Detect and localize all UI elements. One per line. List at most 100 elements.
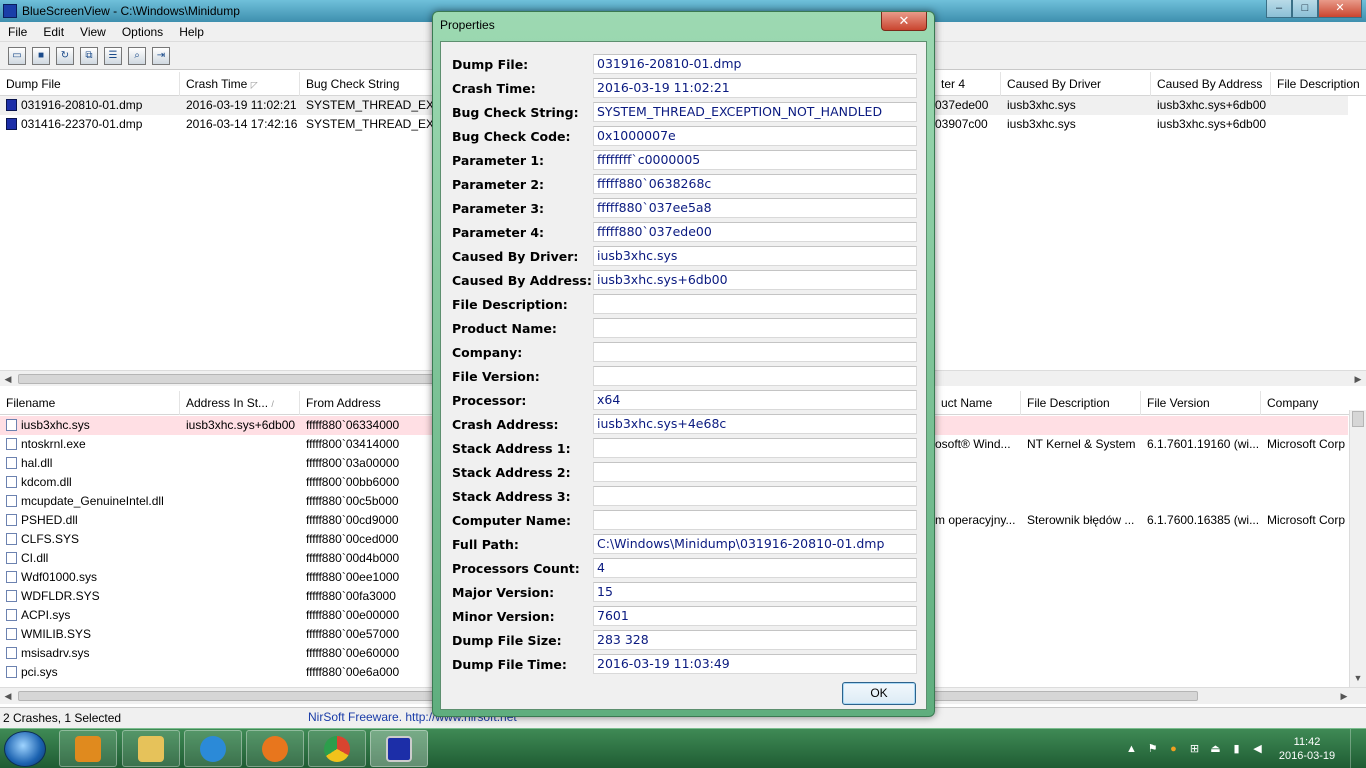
from-address-cell: fffff880`00ced000 [306, 532, 399, 546]
property-value-field[interactable] [593, 486, 917, 506]
scroll-left-icon[interactable]: ◀ [0, 688, 16, 704]
scroll-right-icon[interactable]: ▶ [1336, 688, 1352, 704]
col-address-in-stack[interactable]: Address In St... / [180, 391, 300, 415]
col-from-address[interactable]: From Address [300, 391, 440, 415]
col-file-description[interactable]: File Description [1271, 72, 1366, 96]
find-icon[interactable]: ⌕ [128, 46, 146, 65]
status-count: 2 Crashes, 1 Selected [3, 711, 122, 725]
clock-date: 2016-03-19 [1278, 750, 1336, 762]
property-value-field[interactable]: x64 [593, 390, 917, 410]
col-filename[interactable]: Filename [0, 391, 180, 415]
usb-device-icon[interactable]: ⏏ [1209, 743, 1222, 756]
menu-help[interactable]: Help [171, 25, 212, 39]
property-value-field[interactable] [593, 438, 917, 458]
menu-file[interactable]: File [0, 25, 35, 39]
clock[interactable]: 11:42 2016-03-19 [1272, 735, 1342, 763]
property-value-field[interactable]: 2016-03-19 11:03:49 [593, 654, 917, 674]
property-value-field[interactable]: 7601 [593, 606, 917, 626]
property-value-field[interactable] [593, 510, 917, 530]
module-file-icon [6, 609, 17, 621]
avast-icon[interactable]: ● [1167, 743, 1180, 756]
volume-icon[interactable]: ◀ [1251, 743, 1264, 756]
menu-edit[interactable]: Edit [35, 25, 72, 39]
property-value-field[interactable]: 283 328 [593, 630, 917, 650]
save-selected-icon[interactable]: ■ [32, 46, 50, 65]
taskbar-bluescreenview[interactable] [370, 730, 428, 767]
col-parameter-4[interactable]: ter 4 [935, 72, 1001, 96]
lower-vertical-scrollbar[interactable]: ▼ [1349, 410, 1366, 687]
company-cell [1261, 663, 1351, 682]
col-company[interactable]: Company [1261, 391, 1351, 415]
refresh-icon[interactable]: ↻ [56, 46, 74, 65]
property-value-field[interactable]: ffffffff`c0000005 [593, 150, 917, 170]
file-version-cell: 6.1.7601.19160 (wi... [1147, 437, 1260, 451]
show-desktop-button[interactable] [1350, 729, 1360, 768]
taskbar-media-player[interactable] [59, 730, 117, 767]
property-value-field[interactable]: 15 [593, 582, 917, 602]
from-address-cell: fffff880`06334000 [306, 418, 400, 432]
col-file-description[interactable]: File Description [1021, 391, 1141, 415]
taskbar-explorer[interactable] [122, 730, 180, 767]
property-value-field[interactable]: fffff880`037ee5a8 [593, 198, 917, 218]
action-center-flag-icon[interactable]: ⚑ [1146, 743, 1159, 756]
scroll-down-icon[interactable]: ▼ [1350, 673, 1366, 687]
property-value-field[interactable]: 4 [593, 558, 917, 578]
col-crash-time[interactable]: Crash Time ◸ [180, 72, 300, 96]
taskbar-firefox[interactable] [246, 730, 304, 767]
property-value-field[interactable]: C:\Windows\Minidump\031916-20810-01.dmp [593, 534, 917, 554]
product-name-cell [935, 644, 1021, 663]
network-signal-icon[interactable]: ▮ [1230, 743, 1243, 756]
file-version-cell [1141, 587, 1261, 606]
property-value-field[interactable]: fffff880`037ede00 [593, 222, 917, 242]
save-icon[interactable]: ▭ [8, 46, 26, 65]
property-value-field[interactable]: iusb3xhc.sys+6db00 [593, 270, 917, 290]
property-value-field[interactable] [593, 342, 917, 362]
property-value-field[interactable] [593, 294, 917, 314]
from-address-cell: fffff800`03a00000 [306, 456, 400, 470]
property-value-field[interactable] [593, 366, 917, 386]
minimize-button[interactable]: – [1266, 0, 1292, 18]
taskbar-chrome[interactable] [308, 730, 366, 767]
exit-icon[interactable]: ⇥ [152, 46, 170, 65]
scroll-right-icon[interactable]: ▶ [1350, 371, 1366, 387]
menu-view[interactable]: View [72, 25, 114, 39]
property-value-field[interactable]: 031916-20810-01.dmp [593, 54, 917, 74]
ok-button[interactable]: OK [842, 682, 916, 705]
taskbar-internet-explorer[interactable] [184, 730, 242, 767]
properties-icon[interactable]: ☰ [104, 46, 122, 65]
property-label: Dump File: [452, 57, 529, 72]
property-value-field[interactable]: fffff880`0638268c [593, 174, 917, 194]
col-product-name[interactable]: uct Name [935, 391, 1021, 415]
module-file-icon [6, 495, 17, 507]
property-value-field[interactable] [593, 462, 917, 482]
menu-options[interactable]: Options [114, 25, 171, 39]
col-caused-by-driver[interactable]: Caused By Driver [1001, 72, 1151, 96]
windows-icon[interactable]: ⊞ [1188, 743, 1201, 756]
dump-file-name: 031416-22370-01.dmp [21, 117, 143, 131]
copy-icon[interactable]: ⧉ [80, 46, 98, 65]
col-bug-check-string[interactable]: Bug Check String [300, 72, 440, 96]
maximize-button[interactable]: □ [1292, 0, 1318, 18]
property-row: Crash Time: 2016-03-19 11:02:21 [441, 76, 928, 100]
property-value-field[interactable]: 0x1000007e [593, 126, 917, 146]
col-dump-file[interactable]: Dump File [0, 72, 180, 96]
address-in-stack-cell [180, 549, 300, 568]
property-value-field[interactable]: iusb3xhc.sys+4e68c [593, 414, 917, 434]
property-value-field[interactable]: 2016-03-19 11:02:21 [593, 78, 917, 98]
scroll-thumb[interactable] [1352, 411, 1364, 427]
close-button[interactable]: ✕ [1318, 0, 1362, 18]
property-value-field[interactable]: iusb3xhc.sys [593, 246, 917, 266]
bug-check-cell: SYSTEM_THREAD_EXCE [306, 98, 432, 112]
show-hidden-icons-icon[interactable]: ▲ [1125, 743, 1138, 756]
property-value-field[interactable]: SYSTEM_THREAD_EXCEPTION_NOT_HANDLED [593, 102, 917, 122]
col-caused-by-address[interactable]: Caused By Address [1151, 72, 1271, 96]
filename-cell: WDFLDR.SYS [0, 587, 180, 606]
scroll-left-icon[interactable]: ◀ [0, 371, 16, 387]
file-version-cell [1141, 416, 1261, 435]
dialog-close-button[interactable]: ✕ [881, 12, 927, 31]
property-label: File Version: [452, 369, 540, 384]
property-row: Parameter 1: ffffffff`c0000005 [441, 148, 928, 172]
start-button[interactable] [4, 731, 46, 767]
property-value-field[interactable] [593, 318, 917, 338]
col-file-version[interactable]: File Version [1141, 391, 1261, 415]
